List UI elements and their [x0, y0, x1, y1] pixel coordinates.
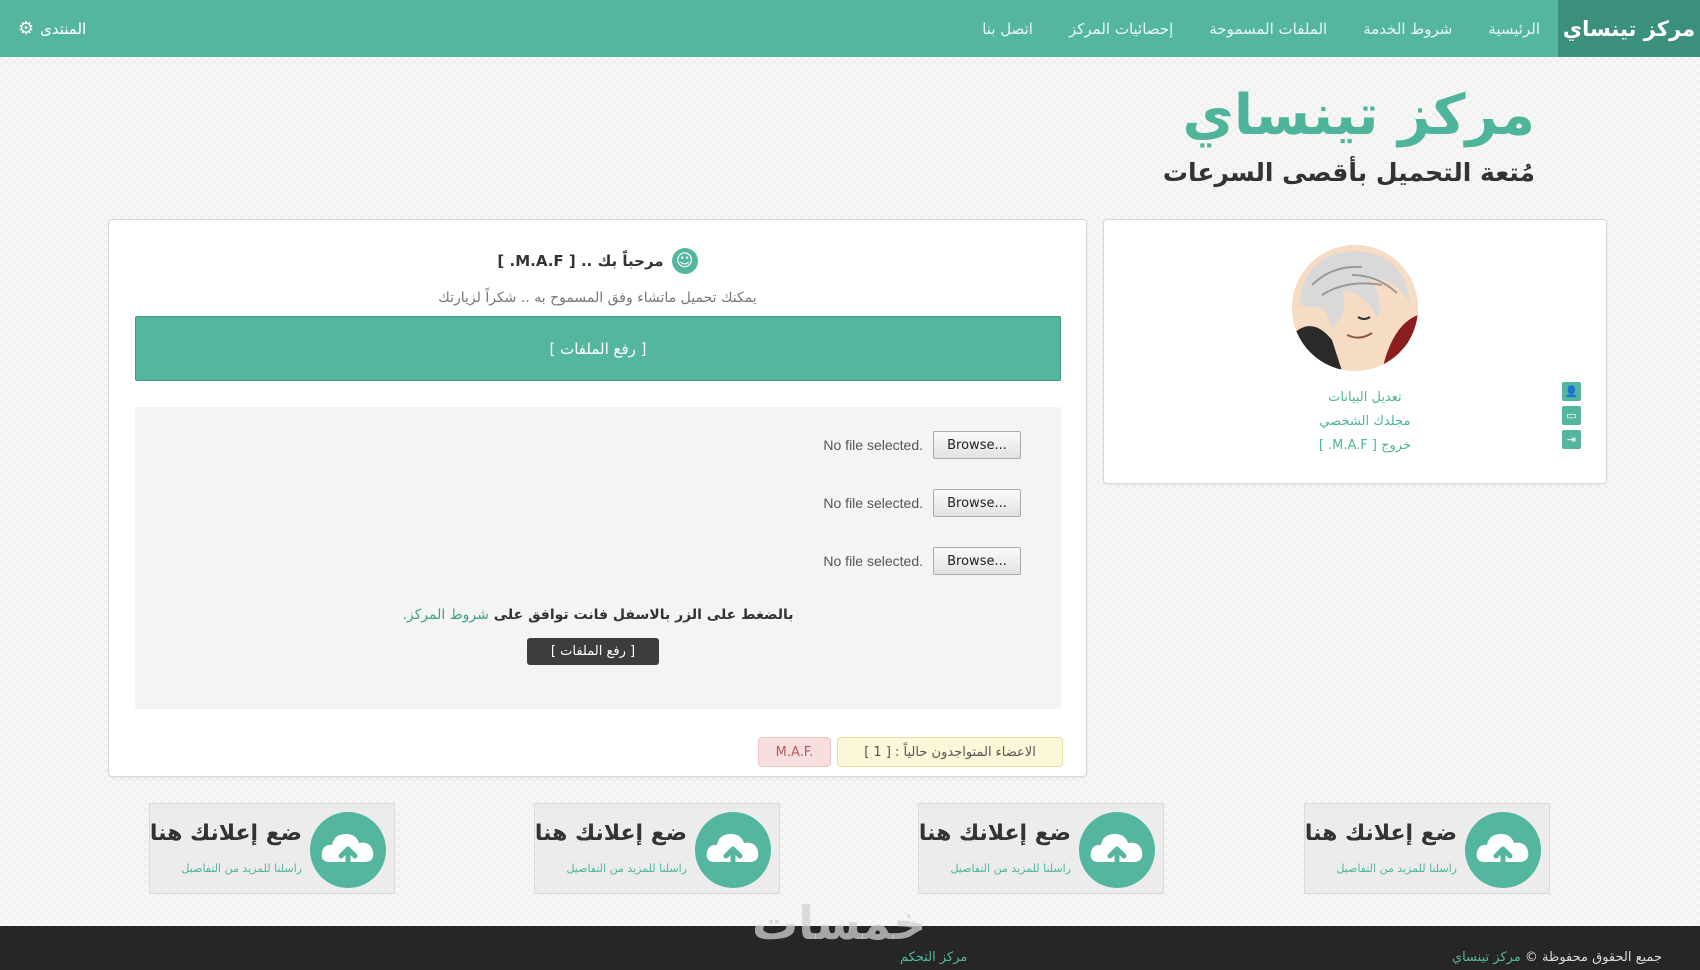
personal-folder-link[interactable]: مجلدك الشخصي [1319, 410, 1411, 434]
welcome-note: يمكنك تحميل ماتشاء وفق المسموح به .. شكر… [438, 290, 757, 306]
ad-subtitle: راسلنا للمزيد من التفاصيل [566, 862, 687, 875]
ad-banner[interactable]: ضع إعلانك هنا راسلنا للمزيد من التفاصيل [918, 803, 1164, 894]
forum-label: المنتدى [40, 19, 87, 38]
ad-title: ضع إعلانك هنا [1304, 821, 1457, 846]
terms-text: بالضغط على الزر بالاسفل فانت توافق على [493, 607, 794, 623]
file-input-row: Browse... No file selected. [823, 547, 1021, 575]
upload-panel: ☺ مرحباً بك .. [ M.A.F. ] يمكنك تحميل ما… [108, 219, 1087, 777]
gear-icon: ⚙ [18, 17, 35, 39]
file-input-row: Browse... No file selected. [823, 431, 1021, 459]
ad-banner[interactable]: ضع إعلانك هنا راسلنا للمزيد من التفاصيل [534, 803, 780, 894]
online-user-badge[interactable]: M.A.F. [758, 737, 831, 767]
nav-link-allowed-files[interactable]: الملفات المسموحة [1209, 20, 1327, 38]
forum-link[interactable]: ⚙ المنتدى [18, 0, 86, 57]
ad-subtitle: راسلنا للمزيد من التفاصيل [1336, 862, 1457, 875]
terms-notice: بالضغط على الزر بالاسفل فانت توافق على ش… [135, 607, 1061, 623]
ad-title: ضع إعلانك هنا [918, 821, 1071, 846]
file-status: No file selected. [823, 495, 923, 511]
ad-title: ضع إعلانك هنا [534, 821, 687, 846]
site-title: مركز تينساي [1182, 83, 1536, 148]
upload-submit-button[interactable]: [ رفع الملفات ] [527, 638, 659, 665]
file-status: No file selected. [823, 437, 923, 453]
nav-link-terms[interactable]: شروط الخدمة [1363, 20, 1452, 38]
copyright-link[interactable]: مركز تينساي [1452, 950, 1521, 965]
logout-link[interactable]: خروج [ M.A.F. ] [1319, 434, 1411, 458]
smiley-icon: ☺ [671, 248, 698, 274]
user-panel: تعديل البيانات مجلدك الشخصي خروج [ M.A.F… [1103, 219, 1607, 484]
copyright: جميع الحقوق محفوظة © مركز تينساي [1452, 950, 1662, 965]
nav-link-stats[interactable]: إحصائيات المركز [1069, 20, 1173, 38]
online-members: الاعضاء المتواجدون حالياً : [ 1 ] [837, 737, 1063, 767]
ad-title: ضع إعلانك هنا [149, 821, 302, 846]
nav-link-home[interactable]: الرئيسية [1488, 20, 1540, 38]
ad-banner[interactable]: ضع إعلانك هنا راسلنا للمزيد من التفاصيل [149, 803, 395, 894]
avatar-image [1292, 245, 1418, 371]
cloud-upload-icon [1079, 812, 1155, 888]
edit-profile-link[interactable]: تعديل البيانات [1319, 386, 1411, 410]
upload-header-bar: [ رفع الملفات ] [135, 316, 1061, 381]
cloud-upload-icon [310, 812, 386, 888]
cloud-upload-icon [1465, 812, 1541, 888]
avatar [1292, 245, 1418, 371]
top-navbar: مركز تينساي الرئيسية شروط الخدمة الملفات… [0, 0, 1700, 57]
browse-button[interactable]: Browse... [933, 431, 1021, 459]
logout-icon[interactable]: ⇥ [1562, 430, 1581, 449]
ad-subtitle: راسلنا للمزيد من التفاصيل [950, 862, 1071, 875]
nav-link-contact[interactable]: اتصل بنا [982, 20, 1033, 38]
user-icon[interactable]: 👤 [1562, 382, 1581, 401]
welcome-text: مرحباً بك .. [ M.A.F. ] [497, 252, 664, 270]
cloud-upload-icon [695, 812, 771, 888]
upload-form: Browse... No file selected. Browse... No… [135, 407, 1061, 709]
ad-banner[interactable]: ضع إعلانك هنا راسلنا للمزيد من التفاصيل [1304, 803, 1550, 894]
user-menu: تعديل البيانات مجلدك الشخصي خروج [ M.A.F… [1319, 386, 1411, 458]
nav-brand[interactable]: مركز تينساي [1558, 0, 1700, 57]
browse-button[interactable]: Browse... [933, 489, 1021, 517]
user-menu-icons: 👤 ▭ ⇥ [1562, 382, 1581, 449]
file-status: No file selected. [823, 553, 923, 569]
control-panel-link[interactable]: مركز التحكم [900, 950, 967, 965]
browse-button[interactable]: Browse... [933, 547, 1021, 575]
folder-icon[interactable]: ▭ [1562, 406, 1581, 425]
watermark: خمسات [752, 896, 927, 950]
file-input-row: Browse... No file selected. [823, 489, 1021, 517]
welcome-message: ☺ مرحباً بك .. [ M.A.F. ] [109, 248, 1086, 274]
site-subtitle: مُتعة التحميل بأقصى السرعات [1162, 158, 1535, 187]
ad-subtitle: راسلنا للمزيد من التفاصيل [181, 862, 302, 875]
terms-link[interactable]: شروط المركز. [402, 607, 488, 623]
copyright-text: جميع الحقوق محفوظة © [1524, 950, 1662, 965]
nav-links: الرئيسية شروط الخدمة الملفات المسموحة إح… [982, 0, 1540, 57]
